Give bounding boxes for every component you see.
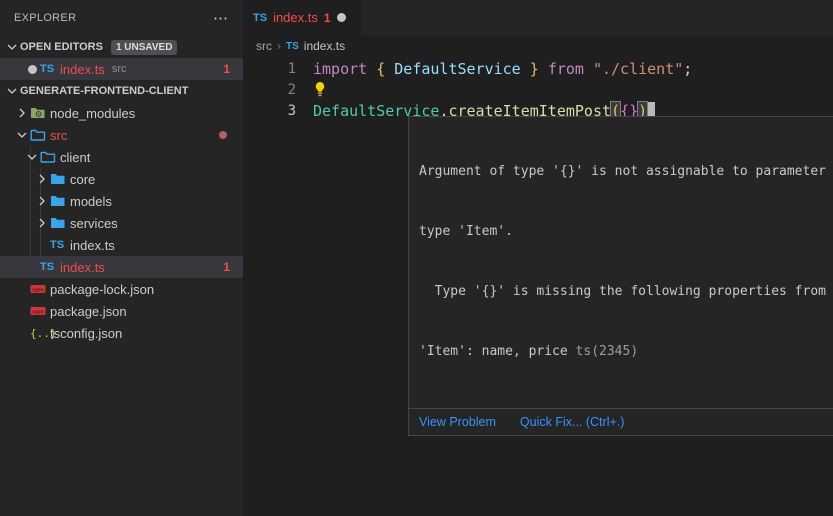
error-message-line: 'Item': name, price ts(2345) xyxy=(419,342,833,362)
tree-item-src-index-ts[interactable]: TS index.ts 1 xyxy=(0,256,243,278)
chevron-right-icon xyxy=(34,193,50,209)
tree-item-core[interactable]: core xyxy=(0,168,243,190)
dirty-dot-icon[interactable] xyxy=(337,13,346,22)
tree-item-label: core xyxy=(70,172,95,187)
open-folder-icon xyxy=(40,149,60,165)
chevron-right-icon xyxy=(14,105,30,121)
tree-item-src[interactable]: src xyxy=(0,124,243,146)
chevron-right-icon xyxy=(34,215,50,231)
error-message-line: Argument of type '{}' is not assignable … xyxy=(419,162,833,182)
typescript-file-icon: TS xyxy=(50,239,70,251)
tree-item-models[interactable]: models xyxy=(0,190,243,212)
open-editors-label: OPEN EDITORS xyxy=(20,41,103,53)
error-message: Argument of type '{}' is not assignable … xyxy=(409,117,833,408)
tree-item-label: client xyxy=(60,150,90,165)
tree-item-package-json[interactable]: npm package.json xyxy=(0,300,243,322)
chevron-down-icon xyxy=(4,39,20,55)
semicolon: ; xyxy=(683,60,692,78)
tab-error-count: 1 xyxy=(324,11,331,25)
breadcrumb-separator-icon: › xyxy=(277,39,281,53)
folder-icon xyxy=(50,215,70,231)
view-problem-link[interactable]: View Problem xyxy=(419,415,496,429)
tree-item-label: models xyxy=(70,194,112,209)
dirty-dot-icon[interactable] xyxy=(24,65,40,74)
error-code-ref: ts(2345) xyxy=(568,344,638,359)
error-message-line: type 'Item'. xyxy=(419,222,833,242)
tree-item-label: index.ts xyxy=(70,238,115,253)
svg-text:npm: npm xyxy=(32,309,44,315)
node-modules-folder-icon xyxy=(30,105,50,121)
tab-label: index.ts xyxy=(273,10,318,25)
open-editors-section-header[interactable]: OPEN EDITORS 1 UNSAVED xyxy=(0,36,243,58)
chevron-down-icon xyxy=(4,83,20,99)
tab-index-ts[interactable]: TS index.ts 1 xyxy=(243,0,361,35)
more-actions-icon[interactable]: ⋯ xyxy=(213,9,229,27)
modified-dot-badge xyxy=(219,131,227,139)
breadcrumb-folder[interactable]: src xyxy=(256,39,272,53)
error-count-badge: 1 xyxy=(223,62,230,76)
tree-item-label: package.json xyxy=(50,304,127,319)
code-line-2: 2 xyxy=(243,79,833,100)
explorer-sidebar: EXPLORER ⋯ OPEN EDITORS 1 UNSAVED TS ind… xyxy=(0,0,243,516)
line-number: 1 xyxy=(243,61,296,77)
tree-item-client-index-ts[interactable]: TS index.ts xyxy=(0,234,243,256)
tree-item-label: src xyxy=(50,128,67,143)
tree-item-label: services xyxy=(70,216,118,231)
quick-fix-link[interactable]: Quick Fix... (Ctrl+.) xyxy=(520,415,625,429)
json-config-icon: {..} xyxy=(30,327,50,340)
error-hover-tooltip: Argument of type '{}' is not assignable … xyxy=(408,116,833,436)
explorer-title: EXPLORER xyxy=(14,12,76,24)
typescript-file-icon: TS xyxy=(40,63,60,75)
svg-text:npm: npm xyxy=(32,287,44,293)
chevron-right-icon xyxy=(34,171,50,187)
folder-icon xyxy=(50,193,70,209)
npm-file-icon: npm xyxy=(30,281,50,297)
tree-item-label: index.ts xyxy=(60,260,105,275)
chevron-down-icon xyxy=(24,149,40,165)
error-count-badge: 1 xyxy=(223,260,230,274)
lightbulb-icon[interactable] xyxy=(313,45,385,134)
tree-item-node-modules[interactable]: node_modules xyxy=(0,102,243,124)
tree-item-label: tsconfig.json xyxy=(50,326,122,341)
open-editor-file-label: index.ts xyxy=(60,62,105,77)
tree-item-label: package-lock.json xyxy=(50,282,154,297)
open-folder-icon xyxy=(30,127,50,143)
tree-item-client[interactable]: client xyxy=(0,146,243,168)
error-message-line: Type '{}' is missing the following prope… xyxy=(419,282,833,302)
code-editor[interactable]: 1 import { DefaultService } from "./clie… xyxy=(243,58,833,121)
tree-item-label: node_modules xyxy=(50,106,135,121)
typescript-file-icon: TS xyxy=(253,12,267,24)
workspace-section-header[interactable]: GENERATE-FRONTEND-CLIENT xyxy=(0,80,243,102)
editor-tab-bar: TS index.ts 1 xyxy=(243,0,833,35)
tree-item-package-lock-json[interactable]: npm package-lock.json xyxy=(0,278,243,300)
chevron-down-icon xyxy=(14,127,30,143)
brace-close: } xyxy=(530,60,548,78)
workspace-label: GENERATE-FRONTEND-CLIENT xyxy=(20,85,188,97)
hover-action-bar: View Problem Quick Fix... (Ctrl+.) xyxy=(409,408,833,435)
npm-file-icon: npm xyxy=(30,303,50,319)
keyword-from: from xyxy=(548,60,593,78)
module-string: "./client" xyxy=(593,60,683,78)
import-binding: DefaultService xyxy=(394,60,529,78)
line-number: 3 xyxy=(243,103,296,119)
line-number: 2 xyxy=(243,82,296,98)
open-editor-file-description: src xyxy=(112,63,127,75)
unsaved-badge: 1 UNSAVED xyxy=(111,40,178,55)
tree-item-services[interactable]: services xyxy=(0,212,243,234)
folder-icon xyxy=(50,171,70,187)
tree-item-tsconfig-json[interactable]: {..} tsconfig.json xyxy=(0,322,243,344)
typescript-file-icon: TS xyxy=(40,261,60,273)
file-tree: node_modules src client xyxy=(0,102,243,344)
open-editor-item-index-ts[interactable]: TS index.ts src 1 xyxy=(0,58,243,80)
explorer-header: EXPLORER ⋯ xyxy=(0,0,243,36)
